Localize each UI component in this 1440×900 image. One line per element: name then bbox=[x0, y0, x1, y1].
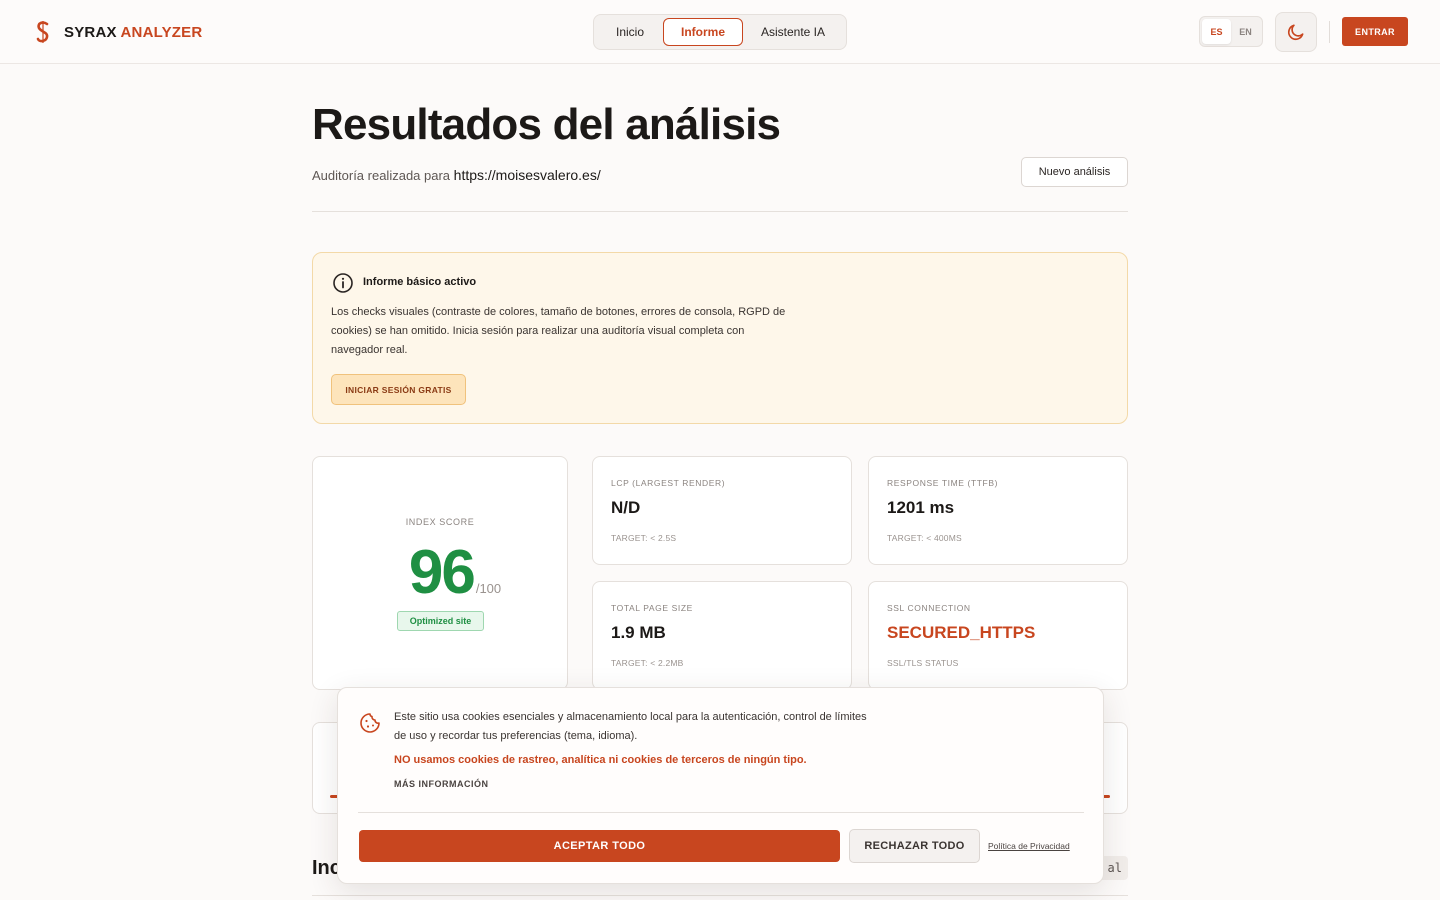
lang-es-button[interactable]: ES bbox=[1202, 19, 1231, 44]
metric-card-lcp: LCP (LARGEST RENDER) N/D TARGET: < 2.5S bbox=[592, 456, 852, 565]
lang-en-button[interactable]: EN bbox=[1231, 19, 1260, 44]
metric-label: TOTAL PAGE SIZE bbox=[611, 603, 693, 613]
metric-value: SECURED_HTTPS bbox=[887, 623, 1036, 642]
notice-title: Informe básico activo bbox=[363, 276, 477, 288]
metric-card-page-size: TOTAL PAGE SIZE 1.9 MB TARGET: < 2.2MB bbox=[592, 581, 852, 690]
audit-subtitle: Auditoría realizada para https://moisesv… bbox=[312, 167, 601, 183]
page-title: Resultados del análisis bbox=[312, 100, 781, 149]
privacy-policy-link[interactable]: Política de Privacidad bbox=[988, 841, 1070, 851]
metric-value: N/D bbox=[611, 498, 641, 517]
syrax-logo-icon bbox=[36, 21, 49, 43]
header-divider bbox=[1329, 21, 1330, 43]
metric-target: TARGET: < 2.2MB bbox=[611, 658, 684, 668]
metric-label: SSL CONNECTION bbox=[887, 603, 971, 613]
cookie-text: Este sitio usa cookies esenciales y alma… bbox=[394, 711, 867, 742]
info-icon bbox=[333, 273, 353, 293]
metric-target: TARGET: < 2.5S bbox=[611, 533, 677, 543]
nav-informe[interactable]: Informe bbox=[663, 18, 743, 46]
accept-all-button[interactable]: ACEPTAR TODO bbox=[359, 830, 840, 862]
login-button[interactable]: ENTRAR bbox=[1342, 17, 1408, 46]
new-analysis-button[interactable]: Nuevo análisis bbox=[1021, 157, 1128, 187]
audited-url: https://moisesvalero.es/ bbox=[453, 167, 601, 183]
metric-value: 1.9 MB bbox=[611, 623, 666, 642]
metric-target: SSL/TLS STATUS bbox=[887, 658, 959, 668]
moon-icon bbox=[1287, 24, 1304, 41]
score-max: /100 bbox=[475, 581, 502, 596]
metric-target: TARGET: < 400MS bbox=[887, 533, 962, 543]
language-switcher: ES EN bbox=[1199, 16, 1263, 47]
brand-name: SYRAX ANALYZER bbox=[64, 23, 203, 41]
basic-report-notice: Informe básico activo Los checks visuale… bbox=[312, 252, 1128, 424]
score-value: 96 bbox=[408, 538, 476, 607]
cookie-banner: Este sitio usa cookies esenciales y alma… bbox=[337, 687, 1104, 884]
main-nav: Inicio Informe Asistente IA bbox=[593, 14, 847, 50]
more-info-link[interactable]: MÁS INFORMACIÓN bbox=[394, 779, 489, 789]
metric-card-ssl: SSL CONNECTION SECURED_HTTPS SSL/TLS STA… bbox=[868, 581, 1128, 690]
cookie-icon bbox=[360, 713, 380, 733]
metric-label: RESPONSE TIME (TTFB) bbox=[887, 478, 999, 488]
brand-logo[interactable]: SYRAX ANALYZER bbox=[34, 20, 202, 44]
subtitle-prefix: Auditoría realizada para bbox=[312, 168, 451, 183]
section-divider bbox=[312, 895, 1128, 896]
theme-toggle-button[interactable] bbox=[1275, 12, 1317, 52]
score-value-wrap: 96 /100 bbox=[313, 537, 567, 608]
free-login-button[interactable]: INICIAR SESIÓN GRATIS bbox=[331, 374, 466, 405]
nav-asistente-ia[interactable]: Asistente IA bbox=[743, 18, 843, 46]
score-status-badge: Optimized site bbox=[397, 611, 484, 631]
score-label: INDEX SCORE bbox=[405, 517, 475, 527]
nav-inicio[interactable]: Inicio bbox=[597, 18, 663, 46]
metric-value: 1201 ms bbox=[887, 498, 955, 517]
notice-body: Los checks visuales (contraste de colore… bbox=[331, 306, 786, 356]
cookie-divider bbox=[358, 812, 1084, 813]
top-header: SYRAX ANALYZER Inicio Informe Asistente … bbox=[0, 0, 1440, 64]
title-divider bbox=[312, 211, 1128, 212]
cookie-warning: NO usamos cookies de rastreo, analítica … bbox=[394, 754, 807, 766]
index-score-card: INDEX SCORE 96 /100 Optimized site bbox=[312, 456, 568, 690]
reject-all-button[interactable]: RECHAZAR TODO bbox=[849, 829, 980, 863]
metric-card-ttfb: RESPONSE TIME (TTFB) 1201 ms TARGET: < 4… bbox=[868, 456, 1128, 565]
metric-label: LCP (LARGEST RENDER) bbox=[611, 478, 726, 488]
